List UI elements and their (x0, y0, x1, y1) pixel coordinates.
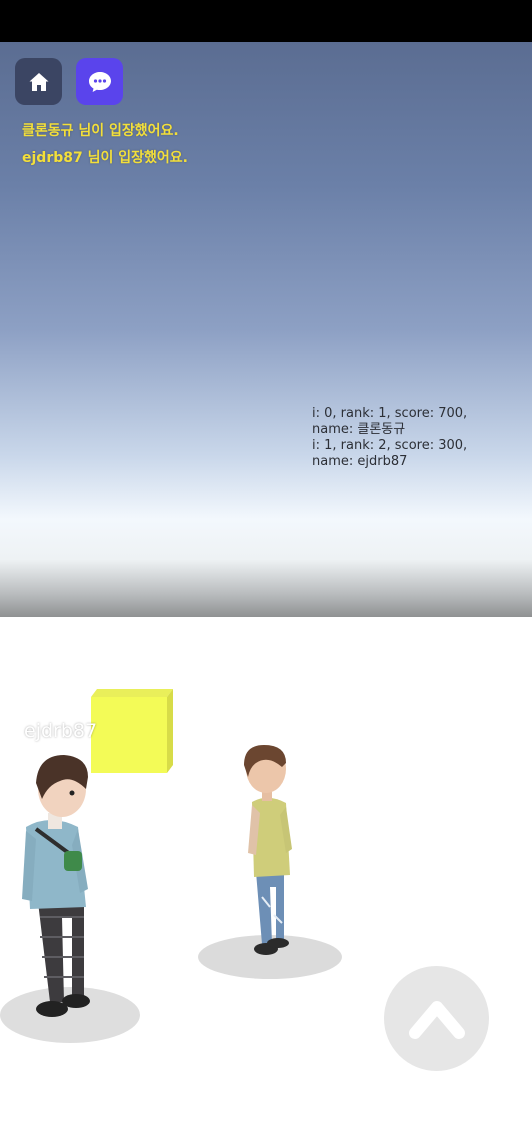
home-icon (29, 72, 48, 91)
ranking-entry-line: name: 클론동규 (312, 422, 406, 437)
ranking-entry-line: name: ejdrb87 (312, 454, 408, 469)
other-avatar (244, 745, 292, 955)
chat-message: 클론동규 님이 입장했어요. (22, 123, 179, 139)
chevron-up-icon (408, 1000, 465, 1039)
chat-button[interactable] (76, 58, 123, 105)
ranking-entry-line: i: 1, rank: 2, score: 300, (312, 438, 468, 453)
status-bar (0, 0, 532, 42)
home-button[interactable] (15, 58, 62, 105)
jump-button[interactable] (384, 966, 489, 1071)
yellow-cube (91, 689, 173, 773)
chat-message: ejdrb87 님이 입장했어요. (22, 150, 188, 166)
ranking-entry-line: i: 0, rank: 1, score: 700, (312, 406, 468, 421)
chat-bubble-icon (88, 71, 111, 92)
ranking-panel: i: 0, rank: 1, score: 700, name: 클론동규 i:… (312, 406, 467, 470)
player-name-tag: ejdrb87 (24, 720, 98, 742)
player-avatar (22, 755, 90, 1017)
